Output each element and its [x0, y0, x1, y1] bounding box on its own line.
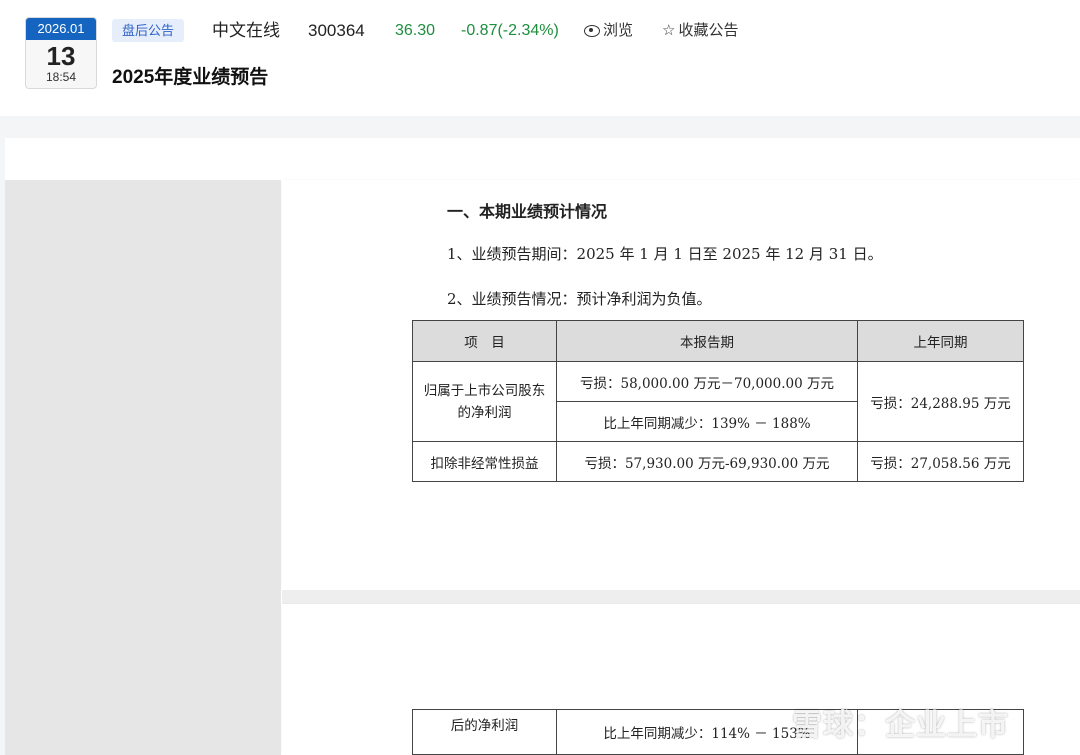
row1-current-amount: 亏损：58,000.00 万元－70,000.00 万元 [556, 361, 858, 402]
favorite-label: 收藏公告 [678, 22, 739, 39]
performance-table: 项 目 本报告期 上年同期 归属于上市公司股东的净利润 亏损：58,000.00… [412, 320, 1024, 482]
continued-label: 后的净利润 [412, 709, 557, 755]
browse-button[interactable]: 浏览 [584, 21, 633, 41]
table-header-row: 项 目 本报告期 上年同期 [412, 320, 1024, 362]
section-heading: 一、本期业绩预计情况 [447, 202, 608, 221]
star-icon: ☆ [662, 22, 676, 39]
table-row: 归属于上市公司股东的净利润 亏损：58,000.00 万元－70,000.00 … [412, 361, 1024, 442]
row2-current: 亏损：57,930.00 万元-69,930.00 万元 [556, 441, 858, 482]
row1-current-change: 比上年同期减少：139% － 188% [556, 401, 858, 442]
forecast-status-text: 2、业绩预告情况：预计净利润为负值。 [447, 290, 712, 308]
announcement-header: 2026.01 13 18:54 盘后公告 中文在线 300364 36.30 … [0, 0, 1080, 116]
date-year-month: 2026.01 [26, 18, 96, 40]
browse-label: 浏览 [603, 22, 634, 39]
header-current: 本报告期 [556, 320, 858, 362]
row2-label: 扣除非经常性损益 [412, 441, 557, 482]
date-card: 2026.01 13 18:54 [25, 17, 97, 89]
stock-code-link[interactable]: 300364 [308, 21, 365, 41]
row1-label: 归属于上市公司股东的净利润 [412, 361, 557, 442]
company-name-link[interactable]: 中文在线 [212, 21, 280, 41]
date-day: 13 [46, 41, 76, 71]
date-time: 18:54 [45, 70, 77, 84]
watermark: 雪球：企业上市 [792, 709, 1009, 742]
after-hours-tag: 盘后公告 [112, 19, 185, 42]
stock-change: -0.87(-2.34%) [461, 22, 559, 39]
header-prior: 上年同期 [857, 320, 1024, 362]
row2-prior: 亏损：27,058.56 万元 [857, 441, 1024, 482]
table-row: 扣除非经常性损益 亏损：57,930.00 万元-69,930.00 万元 亏损… [412, 441, 1024, 482]
row1-prior: 亏损：24,288.95 万元 [857, 361, 1024, 442]
header-item: 项 目 [412, 320, 557, 362]
stock-price: 36.30 [395, 22, 436, 39]
page-title: 2025年度业绩预告 [112, 67, 269, 88]
eye-icon [584, 25, 600, 37]
forecast-period-text: 1、业绩预告期间：2025 年 1 月 1 日至 2025 年 12 月 31 … [447, 245, 883, 263]
page-separator [282, 590, 1080, 604]
viewer-side-panel [5, 180, 281, 755]
favorite-button[interactable]: ☆ 收藏公告 [662, 21, 738, 41]
